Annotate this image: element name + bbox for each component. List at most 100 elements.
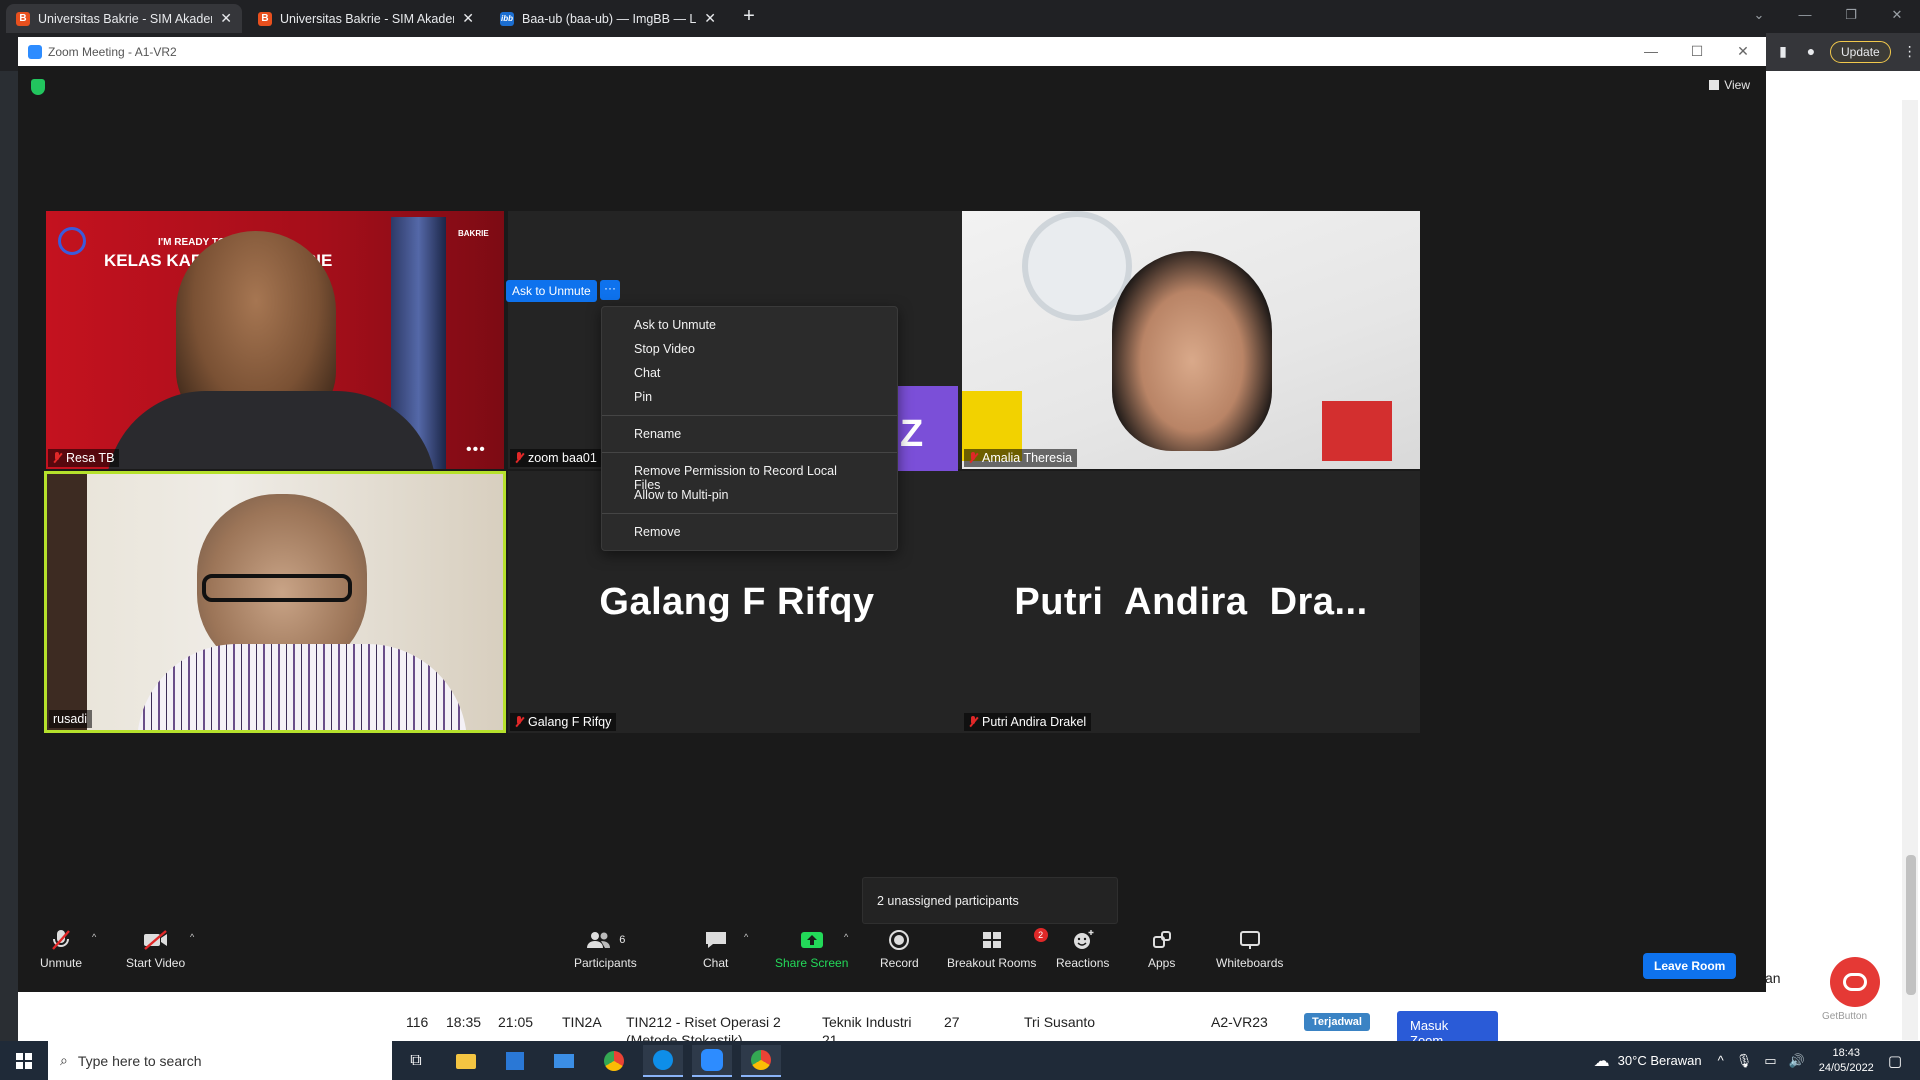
tile-more-icon[interactable]: ••• xyxy=(466,441,486,459)
video-tile-rusadi[interactable]: rusadi xyxy=(44,471,506,733)
task-view-icon[interactable]: ⧉ xyxy=(396,1045,436,1077)
store-icon[interactable] xyxy=(495,1045,535,1077)
menu-remove[interactable]: Remove xyxy=(602,520,897,544)
close-tab-icon[interactable]: ✕ xyxy=(220,10,232,27)
person-shirt xyxy=(137,644,467,730)
security-shield-icon[interactable] xyxy=(31,79,45,95)
tray-expand-icon[interactable]: ^ xyxy=(1718,1053,1724,1068)
zoom-meeting-area: View I'M READY TO KELAS KARY RIE BAKRIE … xyxy=(18,66,1766,992)
menu-remove-record-permission[interactable]: Remove Permission to Record Local Files xyxy=(602,459,897,492)
menu-rename[interactable]: Rename xyxy=(602,422,897,446)
minimize-icon[interactable]: — xyxy=(1782,0,1828,33)
menu-ask-to-unmute[interactable]: Ask to Unmute xyxy=(602,313,897,337)
chat-options-caret-icon[interactable]: ^ xyxy=(744,932,748,942)
audio-options-caret-icon[interactable]: ^ xyxy=(92,932,96,942)
tab-search-icon[interactable]: ⌄ xyxy=(1736,0,1782,33)
row-start: 18:35 xyxy=(446,1014,482,1030)
apps-button[interactable]: Apps xyxy=(1148,926,1175,970)
breakout-rooms-button[interactable]: 2 Breakout Rooms xyxy=(947,926,1048,970)
system-tray: ☁ 30°C Berawan ^ 🎙 ▭ 🔊 18:43 24/05/2022 … xyxy=(1594,1041,1920,1080)
minimize-icon[interactable]: — xyxy=(1628,37,1674,66)
share-options-caret-icon[interactable]: ^ xyxy=(844,932,848,942)
start-video-button[interactable]: Start Video xyxy=(126,926,185,970)
sidepanel-icon[interactable]: ▮ xyxy=(1774,43,1792,61)
taskbar-search[interactable]: ⌕ Type here to search xyxy=(48,1041,392,1080)
teamviewer-icon[interactable] xyxy=(643,1045,683,1077)
person-body xyxy=(106,391,436,469)
menu-stop-video[interactable]: Stop Video xyxy=(602,337,897,361)
view-button[interactable]: View xyxy=(1709,78,1750,92)
video-tile-amalia[interactable]: Amalia Theresia xyxy=(962,211,1420,469)
participant-avatar: Z xyxy=(898,386,958,482)
reactions-button[interactable]: Reactions xyxy=(1056,926,1109,970)
record-button[interactable]: Record xyxy=(880,926,919,970)
scrollbar-thumb[interactable] xyxy=(1906,855,1916,995)
menu-dots-icon[interactable]: ⋮ xyxy=(1901,43,1919,61)
update-button[interactable]: Update xyxy=(1830,41,1891,63)
video-off-icon xyxy=(142,926,170,954)
browser-tab-3[interactable]: ibb Baa-ub (baa-ub) — ImgBB — Lan ✕ xyxy=(490,4,726,33)
browser-tab-2[interactable]: B Universitas Bakrie - SIM Akademik ✕ xyxy=(248,4,484,33)
apps-icon xyxy=(1151,926,1173,954)
video-options-caret-icon[interactable]: ^ xyxy=(190,932,194,942)
ask-to-unmute-button[interactable]: Ask to Unmute xyxy=(506,280,597,302)
clock-time: 18:43 xyxy=(1832,1046,1861,1059)
logo-text: BAKRIE xyxy=(458,229,489,238)
menu-pin[interactable]: Pin xyxy=(602,385,897,409)
zoom-window-title: Zoom Meeting - A1-VR2 xyxy=(48,44,177,59)
browser-tab-1[interactable]: B Universitas Bakrie - SIM Akademik ✕ xyxy=(6,4,242,33)
volume-icon[interactable]: 🔊 xyxy=(1789,1053,1805,1069)
tile-name-label: Putri Andira Drakel xyxy=(964,713,1092,731)
weather-text[interactable]: 30°C Berawan xyxy=(1618,1053,1702,1068)
view-label: View xyxy=(1724,78,1750,92)
browser-tab-strip: B Universitas Bakrie - SIM Akademik ✕ B … xyxy=(0,0,1920,33)
zoom-titlebar: Zoom Meeting - A1-VR2 — ☐ ✕ xyxy=(18,37,1766,66)
file-explorer-icon[interactable] xyxy=(446,1045,486,1077)
chat-fab-button[interactable] xyxy=(1830,957,1880,1007)
close-icon[interactable]: ✕ xyxy=(1874,0,1920,33)
browser-toolbar-right: ▮ ● Update ⋮ xyxy=(1766,33,1920,71)
microphone-icon[interactable]: 🎙 xyxy=(1736,1053,1753,1069)
more-options-button[interactable]: ··· xyxy=(600,280,620,300)
new-tab-button[interactable]: + xyxy=(738,6,760,28)
participant-name: Amalia Theresia xyxy=(982,451,1073,465)
restore-icon[interactable]: ❐ xyxy=(1828,0,1874,33)
whiteboards-button[interactable]: Whiteboards xyxy=(1216,926,1283,970)
clock[interactable]: 18:43 24/05/2022 xyxy=(1819,1046,1874,1076)
status-badge: Terjadwal xyxy=(1304,1013,1370,1031)
close-icon[interactable]: ✕ xyxy=(1720,37,1766,66)
maximize-icon[interactable]: ☐ xyxy=(1674,37,1720,66)
tab-title: Universitas Bakrie - SIM Akademik xyxy=(280,11,455,26)
person-face xyxy=(1112,251,1272,451)
menu-chat[interactable]: Chat xyxy=(602,361,897,385)
video-tile-resa[interactable]: I'M READY TO KELAS KARY RIE BAKRIE ••• R… xyxy=(46,211,504,469)
participants-button[interactable]: 6 Participants xyxy=(574,926,637,970)
breakout-badge: 2 xyxy=(1033,928,1048,942)
network-icon[interactable]: ▭ xyxy=(1764,1053,1776,1069)
participant-name: rusadi xyxy=(53,712,88,726)
search-placeholder: Type here to search xyxy=(77,1052,202,1069)
weather-icon[interactable]: ☁ xyxy=(1594,1051,1610,1071)
muted-mic-icon xyxy=(968,452,978,464)
row-course: TIN212 - Riset Operasi 2 xyxy=(626,1014,781,1030)
close-tab-icon[interactable]: ✕ xyxy=(462,10,474,27)
tab-title: Universitas Bakrie - SIM Akademik xyxy=(38,11,213,26)
participant-name: zoom baa01 xyxy=(528,451,597,465)
unmute-button[interactable]: Unmute xyxy=(40,926,82,970)
chrome-profile-icon[interactable] xyxy=(741,1045,781,1077)
video-tile-putri[interactable]: Putri Andira Dra... Putri Andira Drakel xyxy=(962,471,1420,733)
leave-room-button[interactable]: Leave Room xyxy=(1643,953,1737,979)
start-button[interactable] xyxy=(0,1041,48,1080)
mail-icon[interactable] xyxy=(544,1045,584,1077)
notifications-icon[interactable]: ▢ xyxy=(1888,1052,1902,1070)
participant-context-menu: Ask to Unmute Stop Video Chat Pin Rename… xyxy=(601,306,898,551)
chat-button[interactable]: Chat xyxy=(703,926,728,970)
record-icon xyxy=(888,926,910,954)
zoom-app-icon[interactable] xyxy=(692,1045,732,1077)
chrome-icon[interactable] xyxy=(594,1045,634,1077)
close-tab-icon[interactable]: ✕ xyxy=(704,10,716,27)
profile-icon[interactable]: ● xyxy=(1802,43,1820,61)
share-screen-icon xyxy=(799,926,825,954)
share-screen-button[interactable]: Share Screen xyxy=(775,926,848,970)
unassigned-participants-notice[interactable]: 2 unassigned participants xyxy=(862,877,1118,924)
